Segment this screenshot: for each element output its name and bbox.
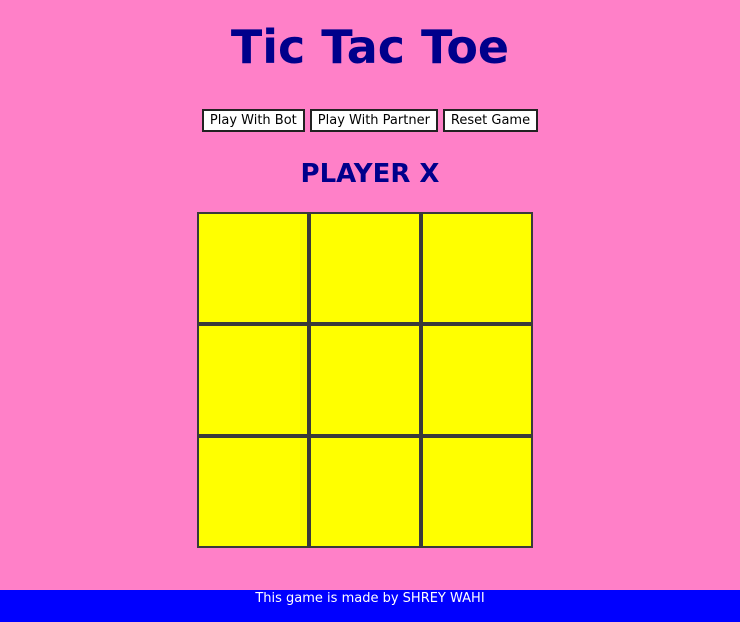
game-title: Tic Tac Toe [230,20,510,74]
play-with-partner-button[interactable]: Play With Partner [309,109,438,132]
board-cell-7[interactable] [197,436,309,548]
board-cell-2[interactable] [309,212,421,324]
game-controls: Play With Bot Play With Partner Reset Ga… [0,109,740,132]
board-cell-8[interactable] [309,436,421,548]
game-board [197,212,533,548]
board-cell-5[interactable] [309,324,421,436]
play-with-bot-button[interactable]: Play With Bot [201,109,305,132]
board-cell-9[interactable] [421,436,533,548]
board-cell-4[interactable] [197,324,309,436]
footer-credit: This game is made by SHREY WAHI [0,590,740,622]
board-cell-6[interactable] [421,324,533,436]
board-cell-1[interactable] [197,212,309,324]
board-cell-3[interactable] [421,212,533,324]
current-player-status: PLAYER X [300,159,440,189]
reset-game-button[interactable]: Reset Game [442,109,539,132]
